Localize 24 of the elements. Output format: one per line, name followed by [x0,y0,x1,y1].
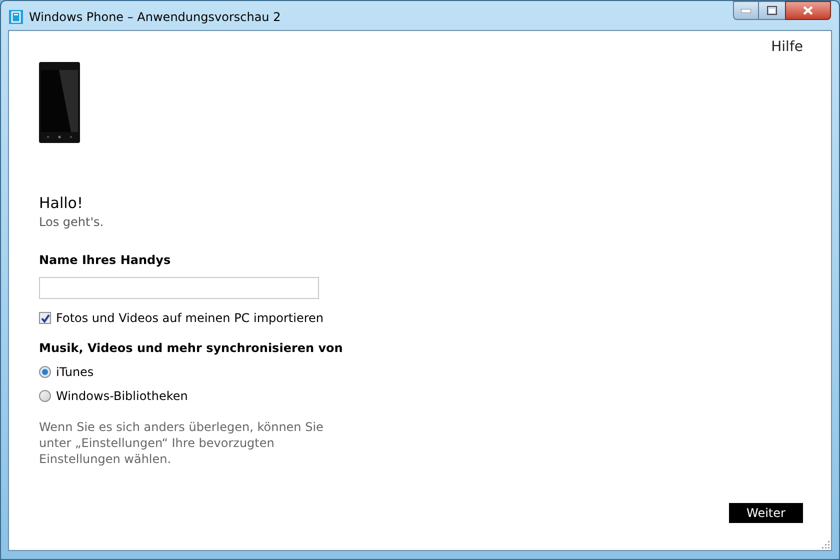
checkbox-label: Fotos und Videos auf meinen PC importieren [56,310,324,327]
note-text: Wenn Sie es sich anders überlegen, können Sie unter „Einstellungen“ Ihre bevorzugten Einstellungen wählen. [39,419,324,467]
section-heading: Musik, Videos und mehr synchronisieren von [39,340,344,357]
help-link[interactable]: Hilfe [771,37,803,58]
field-label: Name Ihres Handys [39,252,172,269]
maximize-button[interactable] [759,1,785,20]
radio-label: iTunes [56,364,94,381]
next-button[interactable]: Weiter [729,503,803,523]
phone-icon [39,62,80,143]
close-icon [803,6,813,15]
radio-button[interactable] [39,366,51,378]
greeting-subtitle: Los geht's. [39,214,105,231]
resize-grip-icon [820,539,830,549]
minimize-icon [741,8,751,12]
close-button[interactable] [785,1,831,20]
window-title: Windows Phone – Anwendungsvorschau 2 [29,9,281,26]
checkbox[interactable] [39,312,51,324]
phone-name-field[interactable] [39,277,319,299]
radio-button[interactable] [39,390,51,402]
maximize-icon [767,6,777,15]
app-icon [9,10,23,24]
minimize-button[interactable] [733,1,759,20]
greeting-title: Hallo! [39,193,84,213]
radio-label: Windows-Bibliotheken [56,388,188,405]
